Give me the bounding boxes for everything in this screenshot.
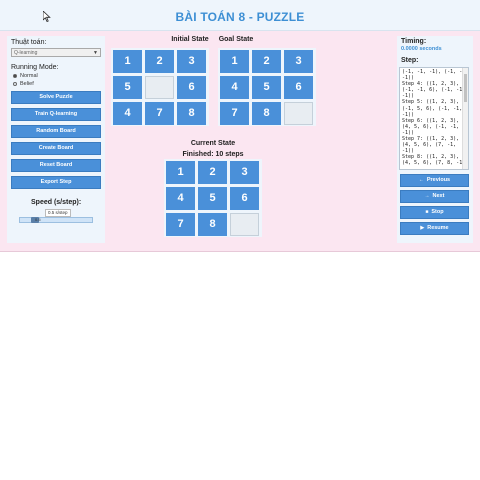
chevron-right-icon: →: [424, 193, 430, 199]
stop-button[interactable]: ■ Stop: [400, 206, 469, 219]
initial-tile-5[interactable]: 5: [113, 76, 142, 99]
resume-label: Resume: [427, 225, 449, 231]
radio-unselected-icon: [13, 81, 17, 86]
current-tile-4[interactable]: 4: [166, 187, 195, 210]
chevron-left-icon: ←: [418, 177, 424, 183]
current-tile-3[interactable]: 3: [230, 161, 259, 184]
steps-scrollbar[interactable]: [462, 68, 468, 169]
reset-board-button[interactable]: Reset Board: [11, 159, 101, 172]
speed-value: 0.5: [35, 217, 41, 222]
page-title: BÀI TOÁN 8 - PUZZLE: [175, 10, 305, 24]
algorithm-select[interactable]: Q-learning ▼: [11, 48, 101, 57]
current-tile-8[interactable]: 8: [198, 213, 227, 236]
speed-label: Speed (s/step):: [31, 199, 82, 206]
step-label: Step:: [401, 57, 419, 64]
scrollbar-thumb[interactable]: [464, 74, 467, 102]
radio-normal-label: Normal: [20, 73, 38, 79]
current-empty-tile[interactable]: [230, 213, 259, 236]
header-bar: BÀI TOÁN 8 - PUZZLE: [0, 0, 480, 31]
radio-belief[interactable]: Belief: [13, 80, 34, 88]
current-tile-2[interactable]: 2: [198, 161, 227, 184]
previous-button[interactable]: ← Previous: [400, 174, 469, 187]
running-mode-label: Running Mode:: [11, 64, 59, 71]
chevron-down-icon: ▼: [93, 50, 98, 56]
radio-selected-icon: [13, 73, 17, 78]
speed-tooltip: 0.5 s/step: [45, 209, 71, 217]
initial-tile-1[interactable]: 1: [113, 50, 142, 73]
initial-tile-7[interactable]: 7: [145, 102, 174, 125]
goal-board: 123 456 78: [218, 48, 316, 126]
goal-tile-6[interactable]: 6: [284, 76, 313, 99]
train-q-learning-button[interactable]: Train Q-learning: [11, 108, 101, 121]
initial-empty-tile[interactable]: [145, 76, 174, 99]
speed-slider[interactable]: [19, 217, 93, 223]
play-icon: ▶: [420, 225, 425, 231]
goal-empty-tile[interactable]: [284, 102, 313, 125]
goal-tile-2[interactable]: 2: [252, 50, 281, 73]
timing-value: 0.0000 seconds: [401, 46, 442, 52]
current-tile-1[interactable]: 1: [166, 161, 195, 184]
initial-tile-6[interactable]: 6: [177, 76, 206, 99]
create-board-button[interactable]: Create Board: [11, 142, 101, 155]
next-button[interactable]: → Next: [400, 190, 469, 203]
initial-board: 123 5 6 478: [111, 48, 209, 126]
goal-tile-5[interactable]: 5: [252, 76, 281, 99]
initial-tile-2[interactable]: 2: [145, 50, 174, 73]
timing-label: Timing:: [401, 38, 427, 45]
stop-icon: ■: [425, 209, 429, 215]
finished-status: Finished: 10 steps: [182, 151, 244, 158]
current-tile-5[interactable]: 5: [198, 187, 227, 210]
initial-tile-4[interactable]: 4: [113, 102, 142, 125]
current-board: 123 456 78: [164, 159, 262, 237]
algorithm-select-value: Q-learning: [14, 50, 38, 56]
previous-label: Previous: [426, 177, 451, 183]
steps-log[interactable]: (-1, -1, -1), (-1, -1, -1)) Step 4: ((1,…: [399, 67, 469, 170]
solve-puzzle-button[interactable]: Solve Puzzle: [11, 91, 101, 104]
steps-log-text: (-1, -1, -1), (-1, -1, -1)) Step 4: ((1,…: [402, 69, 468, 167]
initial-tile-8[interactable]: 8: [177, 102, 206, 125]
algorithm-label: Thuật toán:: [11, 39, 47, 46]
stop-label: Stop: [431, 209, 444, 215]
current-tile-6[interactable]: 6: [230, 187, 259, 210]
radio-normal[interactable]: Normal: [13, 72, 38, 80]
radio-belief-label: Belief: [20, 81, 34, 87]
goal-tile-8[interactable]: 8: [252, 102, 281, 125]
initial-tile-3[interactable]: 3: [177, 50, 206, 73]
goal-tile-3[interactable]: 3: [284, 50, 313, 73]
current-tile-7[interactable]: 7: [166, 213, 195, 236]
goal-state-label: Goal State: [218, 36, 254, 43]
export-step-button[interactable]: Export Step: [11, 176, 101, 189]
goal-tile-1[interactable]: 1: [220, 50, 249, 73]
current-state-label: Current State: [190, 140, 236, 147]
goal-tile-7[interactable]: 7: [220, 102, 249, 125]
goal-tile-4[interactable]: 4: [220, 76, 249, 99]
next-label: Next: [432, 193, 445, 199]
random-board-button[interactable]: Random Board: [11, 125, 101, 138]
resume-button[interactable]: ▶ Resume: [400, 222, 469, 235]
app-window: BÀI TOÁN 8 - PUZZLE Thuật toán: Q-learni…: [0, 0, 480, 252]
